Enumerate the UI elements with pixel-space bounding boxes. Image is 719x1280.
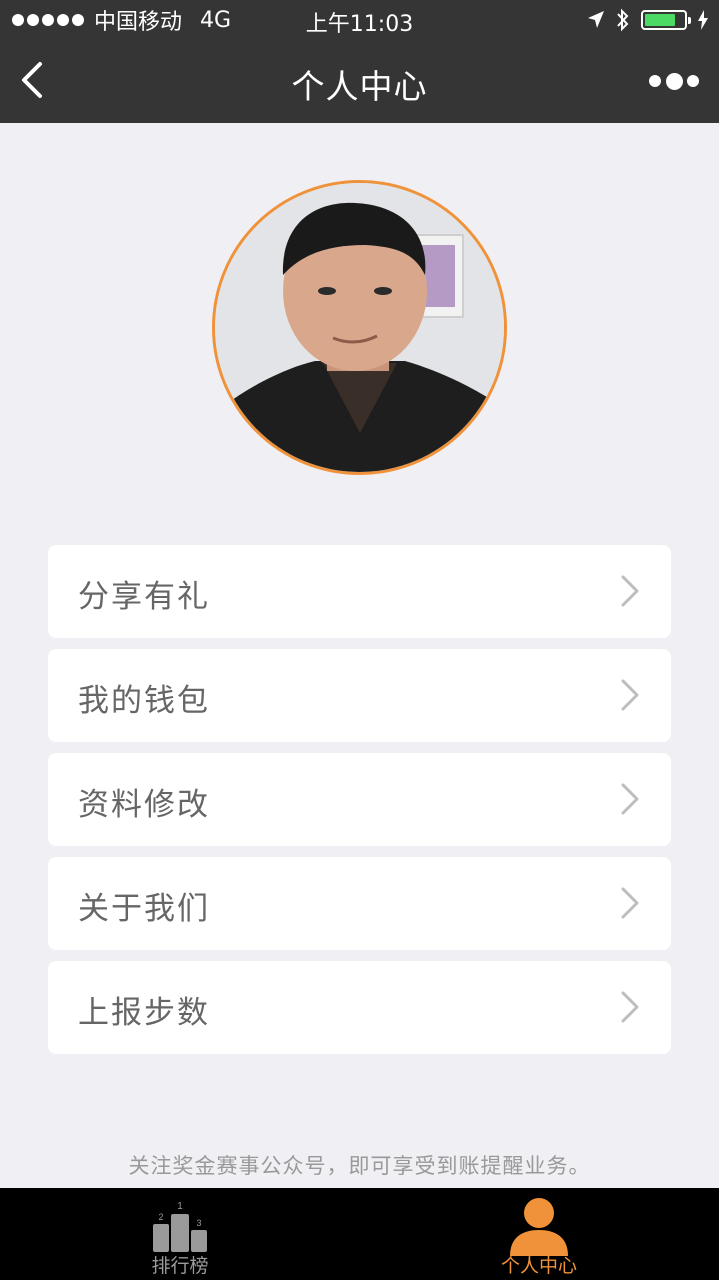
page-title: 个人中心: [291, 67, 428, 106]
menu-item-label: 上报步数: [78, 995, 210, 1031]
menu-item-share-gift[interactable]: 分享有礼: [48, 545, 671, 638]
avatar[interactable]: [212, 180, 507, 475]
tab-label: 个人中心: [500, 1255, 577, 1277]
user-icon: [510, 1198, 568, 1256]
charging-bolt-icon: [698, 10, 708, 30]
bluetooth-icon: [617, 8, 629, 32]
chevron-right-icon: [621, 887, 639, 919]
menu-item-label: 关于我们: [78, 891, 210, 927]
personal-center-screen: 中国移动 4G 上午11:03 个人中心 分享有礼 我的钱包 资料修改 关于我们…: [0, 0, 719, 1280]
menu-list: 分享有礼 我的钱包 资料修改 关于我们 上报步数: [48, 545, 671, 1065]
menu-item-label: 我的钱包: [78, 683, 210, 719]
chevron-right-icon: [621, 575, 639, 607]
status-right: [587, 6, 709, 34]
podium-number-2: 2: [158, 1212, 163, 1222]
podium-number-1: 1: [177, 1201, 183, 1212]
podium-icon: 1 2 3: [153, 1201, 207, 1252]
chevron-right-icon: [621, 991, 639, 1023]
menu-item-label: 资料修改: [78, 787, 210, 823]
menu-item-label: 分享有礼: [78, 579, 210, 615]
menu-item-my-wallet[interactable]: 我的钱包: [48, 649, 671, 742]
tab-label: 排行榜: [151, 1255, 209, 1277]
tab-personal-center[interactable]: 个人中心: [359, 1188, 719, 1280]
more-button[interactable]: [649, 68, 699, 94]
podium-number-3: 3: [196, 1218, 201, 1228]
status-bar: 中国移动 4G 上午11:03: [0, 0, 719, 40]
top-bar: 中国移动 4G 上午11:03 个人中心: [0, 0, 719, 123]
navigation-bar: 个人中心: [0, 40, 719, 123]
tab-bar: 1 2 3 排行榜 个人中心: [0, 1188, 719, 1280]
menu-item-report-steps[interactable]: 上报步数: [48, 961, 671, 1054]
chevron-right-icon: [621, 679, 639, 711]
avatar-photo: [215, 183, 504, 472]
chevron-right-icon: [621, 783, 639, 815]
footer-note: 关注奖金赛事公众号，即可享受到账提醒业务。: [128, 1154, 591, 1178]
more-dots-icon: [649, 75, 661, 87]
location-arrow-icon: [588, 11, 604, 28]
menu-item-about-us[interactable]: 关于我们: [48, 857, 671, 950]
tab-ranking[interactable]: 1 2 3 排行榜: [0, 1188, 360, 1280]
menu-item-edit-profile[interactable]: 资料修改: [48, 753, 671, 846]
battery-icon: [641, 10, 691, 30]
